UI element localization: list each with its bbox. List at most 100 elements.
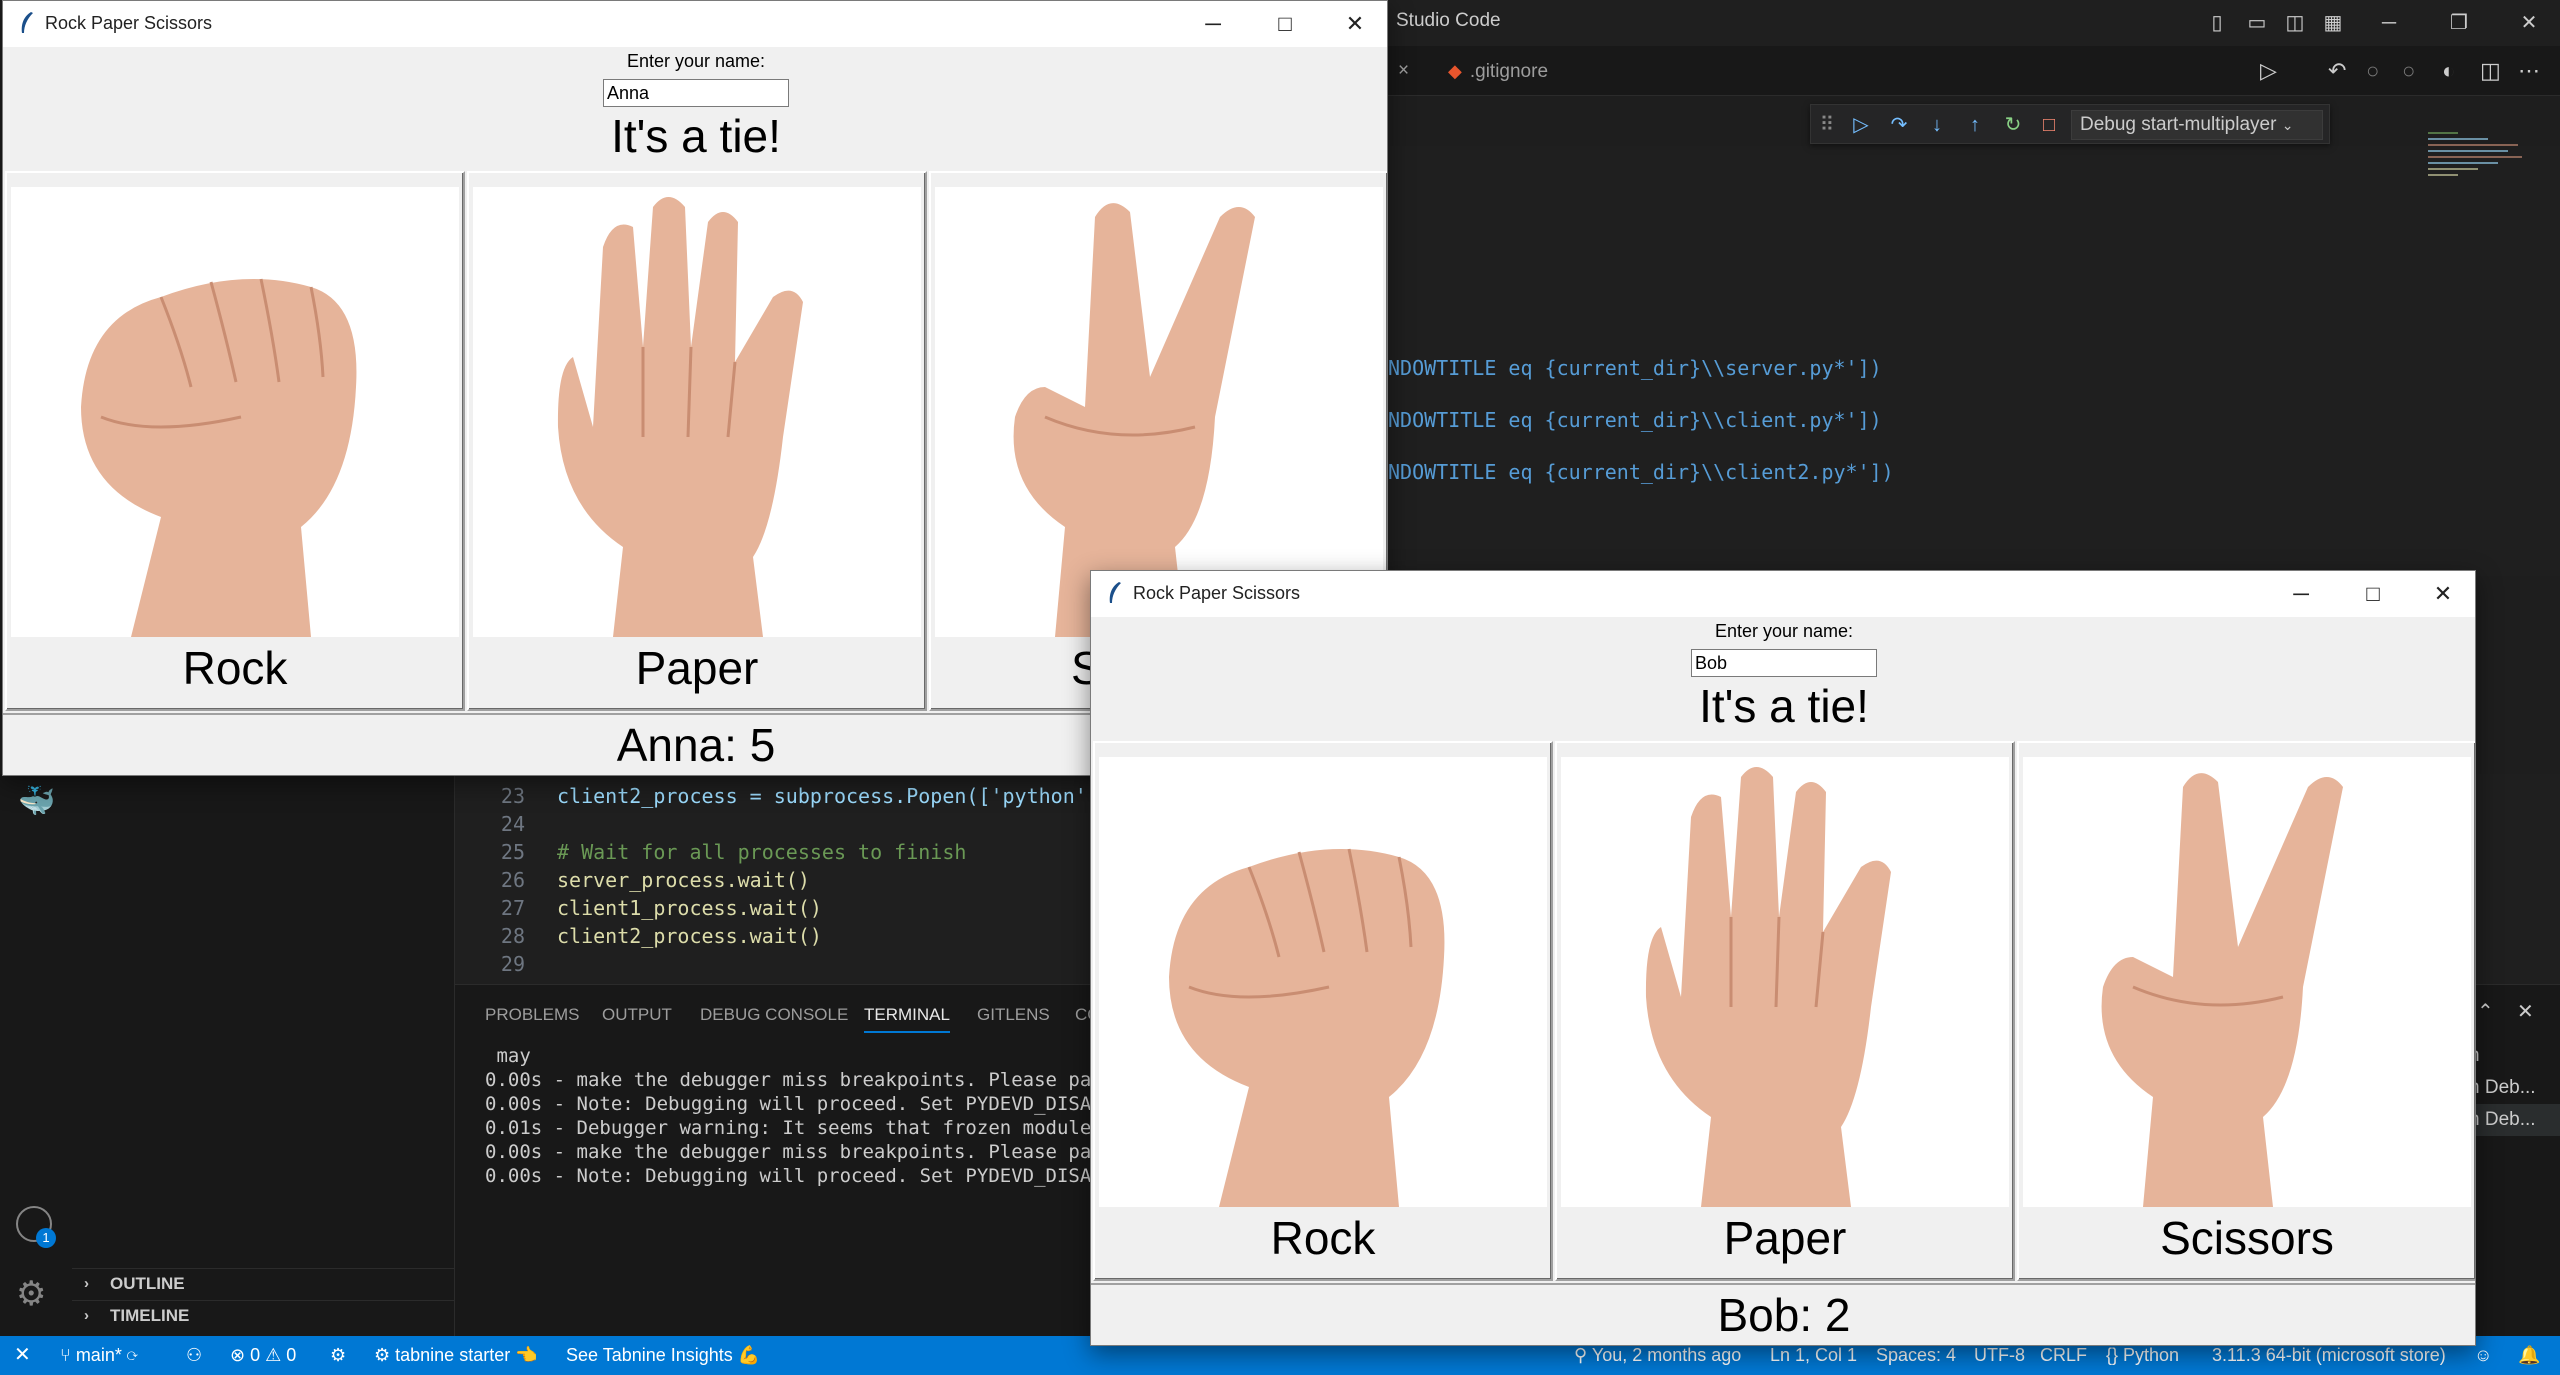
- minimize-button[interactable]: ─: [2267, 571, 2335, 617]
- minimap[interactable]: [2420, 130, 2540, 190]
- toggle-sidebar-icon[interactable]: ▯: [2202, 8, 2232, 38]
- debug-config-select[interactable]: Debug start-multiplayer ⌄: [2071, 110, 2323, 140]
- debug-toolbar: ⠿ ▷ ↷ ↓ ↑ ↻ □ Debug start-multiplayer ⌄: [1810, 104, 2330, 144]
- remote-icon[interactable]: ✕: [14, 1336, 31, 1375]
- maximize-button[interactable]: □: [1251, 1, 1319, 47]
- terminal-line: 0.01s - Debugger warning: It seems that …: [485, 1117, 1103, 1139]
- step-into-icon[interactable]: ↓: [1925, 113, 1949, 137]
- close-icon[interactable]: ✕: [2514, 8, 2544, 38]
- more-actions-icon[interactable]: ⋯: [2518, 58, 2540, 84]
- line-number: 27: [500, 896, 525, 920]
- window-title: Rock Paper Scissors: [45, 13, 213, 33]
- tab-problems[interactable]: PROBLEMS: [485, 1005, 579, 1025]
- line-number: 29: [500, 952, 525, 976]
- line-number: 26: [500, 868, 525, 892]
- restart-icon[interactable]: ↻: [2001, 113, 2025, 137]
- step-out-icon[interactable]: ↑: [1963, 113, 1987, 137]
- customize-layout-icon[interactable]: ▦: [2318, 8, 2348, 38]
- terminal-list-item[interactable]: n: [2465, 1040, 2560, 1072]
- line-number: 23: [500, 784, 525, 808]
- code-line: NDOWTITLE eq {current_dir}\\client.py*']…: [1388, 408, 1882, 432]
- vscode-titlebar: Studio Code ▯ ▭ ◫ ▦ ─ ❐ ✕: [1388, 0, 2560, 46]
- tab-output[interactable]: OUTPUT: [602, 1005, 672, 1025]
- rock-button[interactable]: Rock: [5, 171, 465, 711]
- minimize-button[interactable]: ─: [1179, 1, 1247, 47]
- terminal-list-item[interactable]: n Deb...: [2465, 1104, 2560, 1136]
- tab-close-button[interactable]: ×: [1398, 46, 1428, 96]
- result-label: It's a tie!: [1699, 680, 1869, 732]
- maximize-button[interactable]: □: [2339, 571, 2407, 617]
- branch-label: main*: [75, 1345, 122, 1365]
- drag-handle-icon[interactable]: ⠿: [1815, 113, 1839, 137]
- tab-gitignore-label: .gitignore: [1469, 61, 1549, 82]
- paper-label: Paper: [635, 642, 759, 694]
- paper-label: Paper: [1723, 1212, 1847, 1264]
- paper-hand-image: [1561, 757, 2009, 1207]
- rps-window-bob: Rock Paper Scissors ─ □ ✕ Enter your nam…: [1090, 570, 2476, 1346]
- step-over-icon[interactable]: ↷: [1887, 113, 1911, 137]
- maximize-panel-icon[interactable]: ⌃: [2477, 999, 2494, 1024]
- feedback-icon[interactable]: ☺: [2474, 1336, 2492, 1375]
- editor-tabs: × ◆ .gitignore ▷ ↶ ○ ○ ◐ ◫ ⋯: [1388, 46, 2560, 96]
- restore-icon[interactable]: ❐: [2444, 8, 2474, 38]
- terminal-line: 0.00s - make the debugger miss breakpoin…: [485, 1141, 1115, 1163]
- sidebar: › OUTLINE › TIMELINE: [72, 774, 455, 1336]
- minimize-icon[interactable]: ─: [2374, 8, 2404, 38]
- paper-button[interactable]: Paper: [1555, 741, 2015, 1281]
- name-prompt: Enter your name:: [1714, 621, 1854, 641]
- chevron-right-icon: ›: [84, 1307, 89, 1324]
- scissors-button[interactable]: Scissors: [2017, 741, 2475, 1281]
- close-panel-icon[interactable]: ✕: [2517, 999, 2534, 1024]
- tab-gitignore[interactable]: ◆ .gitignore: [1448, 46, 1628, 96]
- git-graph-icon[interactable]: ⚇: [186, 1336, 202, 1375]
- tab-close-label: ×: [1398, 60, 1410, 81]
- open-changes-icon[interactable]: ◐: [2442, 58, 2455, 84]
- problems-item[interactable]: ⊗ 0 ⚠ 0: [230, 1336, 296, 1375]
- tab-terminal[interactable]: TERMINAL: [864, 1005, 950, 1033]
- timeline-section[interactable]: › TIMELINE: [72, 1300, 455, 1330]
- window-titlebar[interactable]: Rock Paper Scissors ─ □ ✕: [3, 1, 1387, 47]
- docker-icon[interactable]: 🐳: [18, 784, 55, 819]
- code-line: NDOWTITLE eq {current_dir}\\client2.py*'…: [1388, 460, 1894, 484]
- terminal-list-item[interactable]: n Deb...: [2465, 1072, 2560, 1104]
- git-file-icon: ◆: [1448, 61, 1462, 81]
- settings-gear-icon[interactable]: ⚙: [16, 1274, 46, 1314]
- tab-gitlens[interactable]: GITLENS: [977, 1005, 1050, 1025]
- stop-icon[interactable]: □: [2037, 113, 2061, 137]
- scissors-hand-image: [2023, 757, 2471, 1207]
- code-line: client2_process.wait(): [557, 924, 822, 948]
- split-editor-icon[interactable]: ◫: [2480, 58, 2501, 84]
- go-next-change-icon[interactable]: ○: [2366, 58, 2379, 84]
- continue-icon[interactable]: ▷: [1849, 113, 1873, 137]
- activity-bar: 🐳 1 ⚙: [0, 774, 72, 1336]
- line-number: 28: [500, 924, 525, 948]
- feather-icon: [21, 12, 33, 33]
- rock-hand-image: [11, 187, 459, 637]
- code-line: client2_process = subprocess.Popen(['pyt…: [557, 784, 1099, 808]
- tabnine-icon: ⚙: [374, 1345, 396, 1365]
- branch-item[interactable]: ⑂ main* ⟳: [60, 1336, 138, 1375]
- terminal-line: may: [485, 1045, 531, 1067]
- terminal-line: 0.00s - Note: Debugging will proceed. Se…: [485, 1093, 1115, 1115]
- outline-section[interactable]: › OUTLINE: [72, 1268, 455, 1298]
- toggle-secondary-sidebar-icon[interactable]: ◫: [2280, 8, 2310, 38]
- close-button[interactable]: ✕: [2409, 571, 2475, 617]
- run-icon[interactable]: ▷: [2260, 58, 2277, 84]
- go-forward-icon[interactable]: ○: [2402, 58, 2415, 84]
- debug-icon[interactable]: ⚙: [330, 1336, 346, 1375]
- line-number: 25: [500, 840, 525, 864]
- name-input[interactable]: [603, 79, 789, 107]
- close-button[interactable]: ✕: [1321, 1, 1387, 47]
- name-input[interactable]: [1691, 649, 1877, 677]
- code-line: server_process.wait(): [557, 868, 810, 892]
- editor-area[interactable]: NDOWTITLE eq {current_dir}\\server.py*']…: [1388, 146, 2560, 576]
- go-back-icon[interactable]: ↶: [2328, 58, 2346, 84]
- tabnine-item[interactable]: ⚙ tabnine starter 👈: [374, 1336, 538, 1375]
- rock-button[interactable]: Rock: [1093, 741, 1553, 1281]
- tabnine-insights[interactable]: See Tabnine Insights 💪: [566, 1336, 760, 1375]
- toggle-panel-icon[interactable]: ▭: [2242, 8, 2272, 38]
- paper-button[interactable]: Paper: [467, 171, 927, 711]
- notifications-icon[interactable]: 🔔: [2518, 1336, 2540, 1375]
- tab-debug-console[interactable]: DEBUG CONSOLE: [700, 1005, 848, 1025]
- window-titlebar[interactable]: Rock Paper Scissors ─ □ ✕: [1091, 571, 2475, 617]
